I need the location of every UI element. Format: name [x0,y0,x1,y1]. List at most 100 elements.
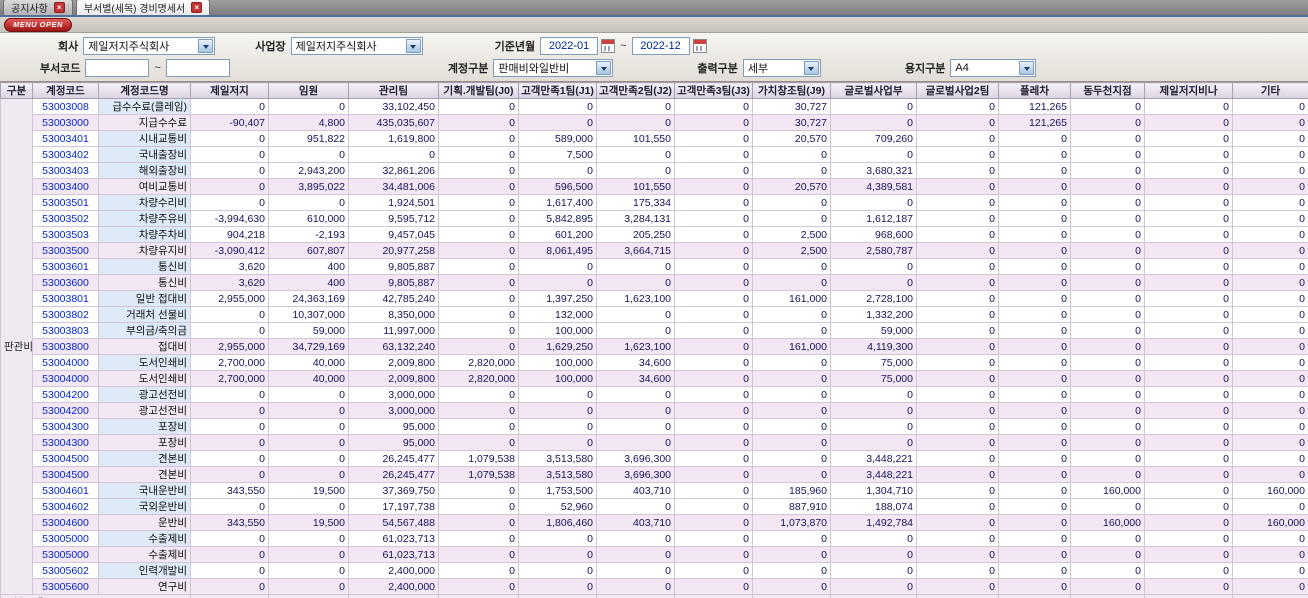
amount-cell: 0 [518,114,597,131]
subtotal-row[interactable]: 구분소계16,871,601189,537,2461,337,821,1313,… [0,594,1308,598]
table-row[interactable]: 53004300 포장비 0 0 95,000 0 0 0 0 0 0 0 0 0 0 0 [1,434,1308,451]
company-select[interactable]: 제일저지주식회사 [83,37,216,55]
amount-cell: 124,192,863 [830,594,917,598]
amount-cell: 0 [438,242,519,259]
table-row[interactable]: 53003503 차량주차비 904,218 -2,193 9,457,045 0 601,… [1,226,1308,243]
amount-cell: 0 [438,434,519,451]
amount-cell: 0 [268,146,349,163]
calendar-icon[interactable] [692,39,707,53]
amount-cell: 3,620 [190,274,269,291]
amount-cell: 0 [752,450,831,467]
table-row[interactable]: 53003400 여비교통비 0 3,895,022 34,481,006 0 596,50… [1,178,1308,195]
tab-notice[interactable]: 공지사항 × [3,0,73,15]
amount-cell: 121,265 [998,114,1071,131]
amount-cell: 0 [1232,194,1308,211]
table-row[interactable]: 53005600 연구비 0 0 2,400,000 0 0 0 0 0 0 0 0 0 0 0 [1,578,1308,595]
table-row[interactable]: 53005000 수출제비 0 0 61,023,713 0 0 0 0 0 0 0 0 0 0 0 [1,546,1308,563]
output-type-select[interactable]: 세부 [742,59,821,77]
table-row[interactable]: 53004000 도서인쇄비 2,700,000 40,000 2,009,800 2,8… [1,354,1308,371]
amount-cell: 3,448,221 [830,450,917,467]
amount-cell: 0 [998,130,1071,147]
table-row[interactable]: 53003403 해외출장비 0 2,943,200 32,861,206 0 0 0 0 0 3,… [1,162,1308,179]
amount-cell: 0 [916,466,999,483]
table-row[interactable]: 53003401 시내교통비 0 951,822 1,619,800 0 589,000 10… [1,130,1308,147]
account-name-cell: 차량주차비 [98,226,191,243]
account-type-select[interactable]: 판매비와일반비 [493,59,614,77]
amount-cell: 2,400,000 [348,578,439,595]
amount-cell: 33,102,450 [348,98,439,115]
amount-cell: 0 [596,434,675,451]
table-row[interactable]: 53003402 국내출장비 0 0 0 0 7,500 0 0 0 0 0 0 0 0 0 [1,146,1308,163]
amount-cell: 0 [916,562,999,579]
table-row[interactable]: 53003501 차량수리비 0 0 1,924,501 0 1,617,400 175,33… [1,194,1308,211]
table-row[interactable]: 53004000 도서인쇄비 2,700,000 40,000 2,009,800 2,8… [1,370,1308,387]
paper-type-select[interactable]: A4 [950,59,1037,77]
amount-cell: 0 [1232,450,1308,467]
amount-cell: 0 [916,258,999,275]
account-code-cell: 53004300 [32,418,99,435]
calendar-icon[interactable] [601,39,616,53]
amount-cell: 968,600 [830,226,917,243]
amount-cell: 0 [596,386,675,403]
table-row[interactable]: 53003801 일반 접대비 2,955,000 24,363,169 42,785,… [1,290,1308,307]
table-row[interactable]: 53004602 국외운반비 0 0 17,197,738 0 52,960 0 0 887,91… [1,498,1308,515]
account-code-cell: 53004000 [32,370,99,387]
table-row[interactable]: 53003502 차량주유비 -3,994,630 610,000 9,595,712 0… [1,210,1308,227]
table-row[interactable]: 53003601 통신비 3,620 400 9,805,887 0 0 0 0 0 0 0 0 0 0 0 [1,258,1308,275]
account-code-cell: 53003601 [32,258,99,275]
table-row[interactable]: 53004500 견본비 0 0 26,245,477 1,079,538 3,513,58… [1,450,1308,467]
table-row[interactable]: 53004500 견본비 0 0 26,245,477 1,079,538 3,513,58… [1,466,1308,483]
site-select[interactable]: 제일저지주식회사 [290,37,423,55]
dept-code-to-input[interactable] [165,59,230,77]
amount-cell: 0 [518,402,597,419]
table-row[interactable]: 53005000 수출제비 0 0 61,023,713 0 0 0 0 0 0 0 0 0 0 0 [1,530,1308,547]
amount-cell: 0 [674,210,753,227]
amount-cell: 1,304,710 [830,482,917,499]
table-row[interactable]: 53003800 접대비 2,955,000 34,729,169 63,132,240… [1,338,1308,355]
period-from-input[interactable]: 2022-01 [540,37,599,55]
table-row[interactable]: 판관비 53003008 급수수료(클레임) 0 0 33,102,450 0 0 0 0 30,7… [0,98,1308,595]
amount-cell: 0 [518,578,597,595]
tab-expense-report[interactable]: 부서별(세목) 경비명세서 × [75,0,211,15]
amount-cell: 0 [190,194,269,211]
period-to-input[interactable]: 2022-12 [631,37,690,55]
amount-cell: 0 [674,146,753,163]
amount-cell: 0 [830,418,917,435]
table-row[interactable]: 53004600 운반비 343,550 19,500 54,567,488 0 1,806… [1,514,1308,531]
account-code-cell: 53003000 [32,114,99,131]
account-code-cell: 53003501 [32,194,99,211]
dept-code-from-input[interactable] [85,59,150,77]
amount-cell: 0 [438,530,519,547]
amount-cell: 0 [674,178,753,195]
table-row[interactable]: 53004300 포장비 0 0 95,000 0 0 0 0 0 0 0 0 0 0 0 [1,418,1308,435]
table-row[interactable]: 53003500 차량유지비 -3,090,412 607,807 20,977,258… [1,242,1308,259]
menu-open-button[interactable]: MENU OPEN [4,17,72,32]
table-row[interactable]: 53003803 부의금/축의금 0 59,000 11,997,000 0 100,000… [1,322,1308,339]
amount-cell: 0 [1144,450,1233,467]
amount-cell: 37,369,750 [348,482,439,499]
amount-cell: 0 [998,210,1071,227]
amount-cell: 596,500 [518,178,597,195]
amount-cell: 0 [830,258,917,275]
table-row[interactable]: 53004200 광고선전비 0 0 3,000,000 0 0 0 0 0 0 0 0 0 0 0 [1,386,1308,403]
close-icon[interactable]: × [191,2,203,13]
table-row[interactable]: 53004601 국내운반비 343,550 19,500 37,369,750 0 1,7… [1,482,1308,499]
table-row[interactable]: 53003000 지급수수료 -90,407 4,800 435,035,607 0 0 0 0… [1,114,1308,131]
amount-cell: 0 [438,578,519,595]
amount-cell: 0 [268,402,349,419]
amount-cell: 7,500 [518,146,597,163]
close-icon[interactable]: × [53,2,65,13]
table-row[interactable]: 53005602 인력개발비 0 0 2,400,000 0 0 0 0 0 0 0 0 0 0 0 [1,562,1308,579]
table-row[interactable]: 53004200 광고선전비 0 0 3,000,000 0 0 0 0 0 0 0 0 0 0 0 [1,402,1308,419]
column-header: 고객만족1팀(J1) [518,82,597,99]
amount-cell: 160,000 [1232,594,1308,598]
amount-cell: 8,350,000 [348,306,439,323]
account-code-cell: 53005600 [32,578,99,595]
table-row[interactable]: 53003600 통신비 3,620 400 9,805,887 0 0 0 0 0 0 0 0 0 0 0 [1,274,1308,291]
amount-cell: 63,132,240 [348,338,439,355]
table-row[interactable]: 53003802 거래처 선물비 0 10,307,000 8,350,000 0 132,… [1,306,1308,323]
amount-cell: 0 [674,290,753,307]
account-name-cell: 차량수리비 [98,194,191,211]
amount-cell: 1,617,400 [518,194,597,211]
account-code-cell: 53003503 [32,226,99,243]
